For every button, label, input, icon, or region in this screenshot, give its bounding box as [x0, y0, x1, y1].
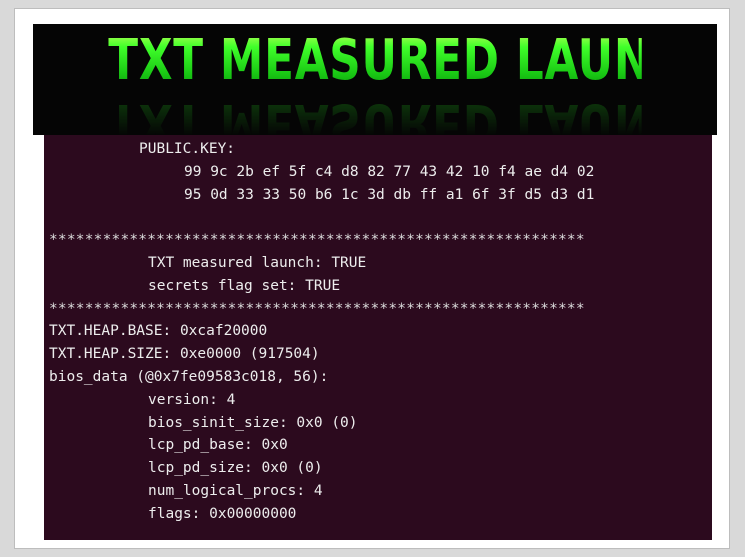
bios-data-line: bios_data (@0x7fe09583c018, 56):: [49, 368, 329, 385]
heap-base-line: TXT.HEAP.BASE: 0xcaf20000: [49, 323, 268, 340]
banner-title-reflection: TXT MEASURED LAUNCH: TRUE: [108, 91, 717, 135]
heap-size-line: TXT.HEAP.SIZE: 0xe0000 (917504): [49, 346, 320, 363]
separator-line-top: ****************************************…: [49, 232, 585, 249]
public-key-label: PUBLIC.KEY:: [139, 141, 236, 157]
public-key-line-1: 99 9c 2b ef 5f c4 d8 82 77 43 42 10 f4 a…: [184, 163, 595, 180]
num-logical-procs-line: num_logical_procs: 4: [148, 482, 323, 499]
version-line: version: 4: [148, 391, 236, 408]
measured-launch-status: TXT measured launch: TRUE: [148, 254, 367, 271]
banner-title: TXT MEASURED LAUNCH: TRUE: [108, 28, 717, 93]
bios-sinit-size-line: bios_sinit_size: 0x0 (0): [148, 414, 358, 431]
lcp-pd-base-line: lcp_pd_base: 0x0: [148, 437, 288, 454]
lcp-pd-size-line: lcp_pd_size: 0x0 (0): [148, 460, 323, 477]
public-key-line-2: 95 0d 33 33 50 b6 1c 3d db ff a1 6f 3f d…: [184, 186, 595, 203]
banner: TXT MEASURED LAUNCH: TRUE TXT MEASURED L…: [33, 24, 717, 135]
flags-line: flags: 0x00000000: [148, 505, 297, 522]
separator-line-bottom: ****************************************…: [49, 300, 585, 317]
terminal-output: PUBLIC.KEY: 99 9c 2b ef 5f c4 d8 82 77 4…: [44, 135, 712, 540]
secrets-flag-status: secrets flag set: TRUE: [148, 277, 341, 294]
